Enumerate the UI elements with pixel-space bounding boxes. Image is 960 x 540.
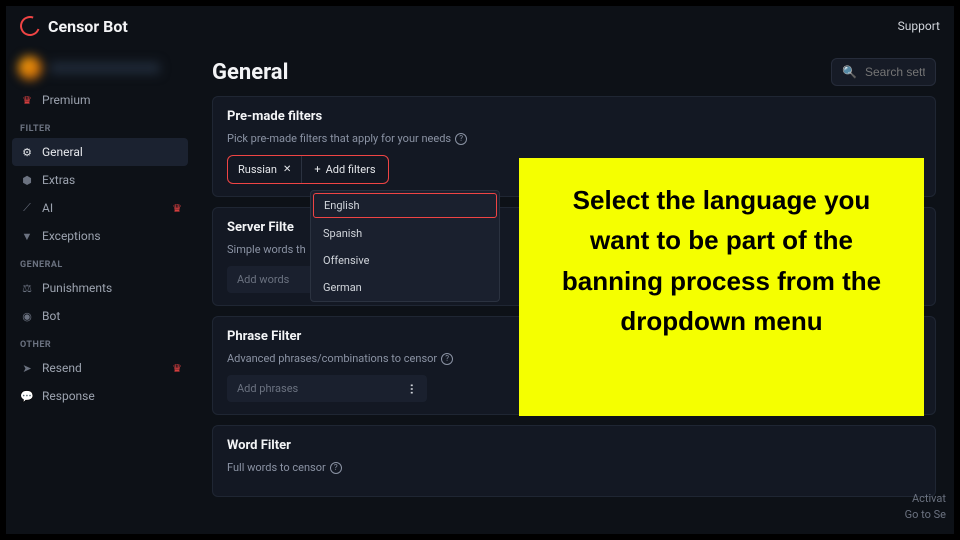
sidebar-heading-general: GENERAL <box>6 250 194 274</box>
sidebar-item-resend[interactable]: ➤ Resend ♛ <box>6 354 194 382</box>
help-icon[interactable]: ? <box>441 353 453 365</box>
help-icon[interactable]: ? <box>330 462 342 474</box>
sidebar-item-general[interactable]: ⚙ General <box>12 138 188 166</box>
search-input[interactable] <box>865 65 925 79</box>
sidebar-item-ai[interactable]: ⟋ AI ♛ <box>6 194 194 222</box>
sidebar-item-label: Premium <box>42 93 90 107</box>
phrase-input[interactable]: Add phrases ⋯ <box>227 375 427 402</box>
remove-chip-icon[interactable]: ✕ <box>283 164 291 175</box>
more-icon[interactable]: ⋯ <box>406 384 419 394</box>
crown-icon: ♛ <box>172 202 182 215</box>
dropdown-item-german[interactable]: German <box>311 274 499 301</box>
card-word-filter: Word Filter Full words to censor ? <box>212 425 936 497</box>
send-icon: ➤ <box>20 362 34 375</box>
sidebar-heading-filter: FILTER <box>6 114 194 138</box>
cube-icon: ⬢ <box>20 174 34 187</box>
main-content: General 🔍 Pre-made filters Pick pre-made… <box>194 46 954 534</box>
topbar: Censor Bot Support <box>6 6 954 46</box>
search-icon: 🔍 <box>842 65 857 79</box>
filter-dropdown: English Spanish Offensive German <box>310 190 500 302</box>
brand-name: Censor Bot <box>48 17 128 36</box>
search-box[interactable]: 🔍 <box>831 58 936 86</box>
sidebar-item-label: Exceptions <box>42 229 101 243</box>
sidebar-item-label: Bot <box>42 309 60 323</box>
dropdown-item-offensive[interactable]: Offensive <box>311 247 499 274</box>
logo-icon <box>17 13 44 40</box>
sidebar-item-punishments[interactable]: ⚖ Punishments <box>6 274 194 302</box>
server-avatar-icon <box>18 56 42 80</box>
dropdown-item-english[interactable]: English <box>313 193 497 218</box>
server-selector[interactable] <box>6 50 194 86</box>
dropdown-item-spanish[interactable]: Spanish <box>311 220 499 247</box>
chat-icon: 💬 <box>20 390 34 403</box>
help-icon[interactable]: ? <box>455 133 467 145</box>
sidebar-item-response[interactable]: 💬 Response <box>6 382 194 410</box>
sidebar-item-label: Punishments <box>42 281 112 295</box>
sidebar-item-bot[interactable]: ◉ Bot <box>6 302 194 330</box>
card-subtitle: Full words to censor ? <box>227 461 921 474</box>
support-link[interactable]: Support <box>898 19 940 33</box>
bot-icon: ◉ <box>20 310 34 323</box>
sidebar-heading-other: OTHER <box>6 330 194 354</box>
wand-icon: ⟋ <box>20 201 34 215</box>
annotation-callout: Select the language you want to be part … <box>519 158 924 416</box>
card-title: Word Filter <box>227 438 921 453</box>
server-name <box>50 62 160 74</box>
sidebar-item-premium[interactable]: ♛ Premium <box>6 86 194 114</box>
sidebar-item-label: Resend <box>42 361 82 375</box>
sidebar-item-exceptions[interactable]: ▼ Exceptions <box>6 222 194 250</box>
plus-icon: + <box>314 163 320 176</box>
card-subtitle: Pick pre-made filters that apply for you… <box>227 132 921 145</box>
page-title: General <box>212 60 288 85</box>
sidebar-item-label: AI <box>42 201 53 215</box>
brand: Censor Bot <box>20 16 128 36</box>
crown-icon: ♛ <box>172 362 182 375</box>
crown-icon: ♛ <box>20 94 34 107</box>
filter-icon: ▼ <box>20 230 34 243</box>
sidebar-item-label: General <box>42 145 83 159</box>
card-title: Pre-made filters <box>227 109 921 124</box>
sidebar-item-label: Extras <box>42 173 75 187</box>
gavel-icon: ⚖ <box>20 282 34 295</box>
gear-icon: ⚙ <box>20 146 34 159</box>
sidebar-item-label: Response <box>42 389 95 403</box>
filter-controls: Russian ✕ + Add filters English Spanish … <box>227 155 389 184</box>
sidebar-item-extras[interactable]: ⬢ Extras <box>6 166 194 194</box>
filter-chip-russian: Russian ✕ <box>228 156 302 183</box>
add-filters-button[interactable]: + Add filters <box>302 156 387 183</box>
activate-windows-text: Activat Go to Se <box>905 491 946 522</box>
sidebar: ♛ Premium FILTER ⚙ General ⬢ Extras ⟋ AI… <box>6 46 194 534</box>
